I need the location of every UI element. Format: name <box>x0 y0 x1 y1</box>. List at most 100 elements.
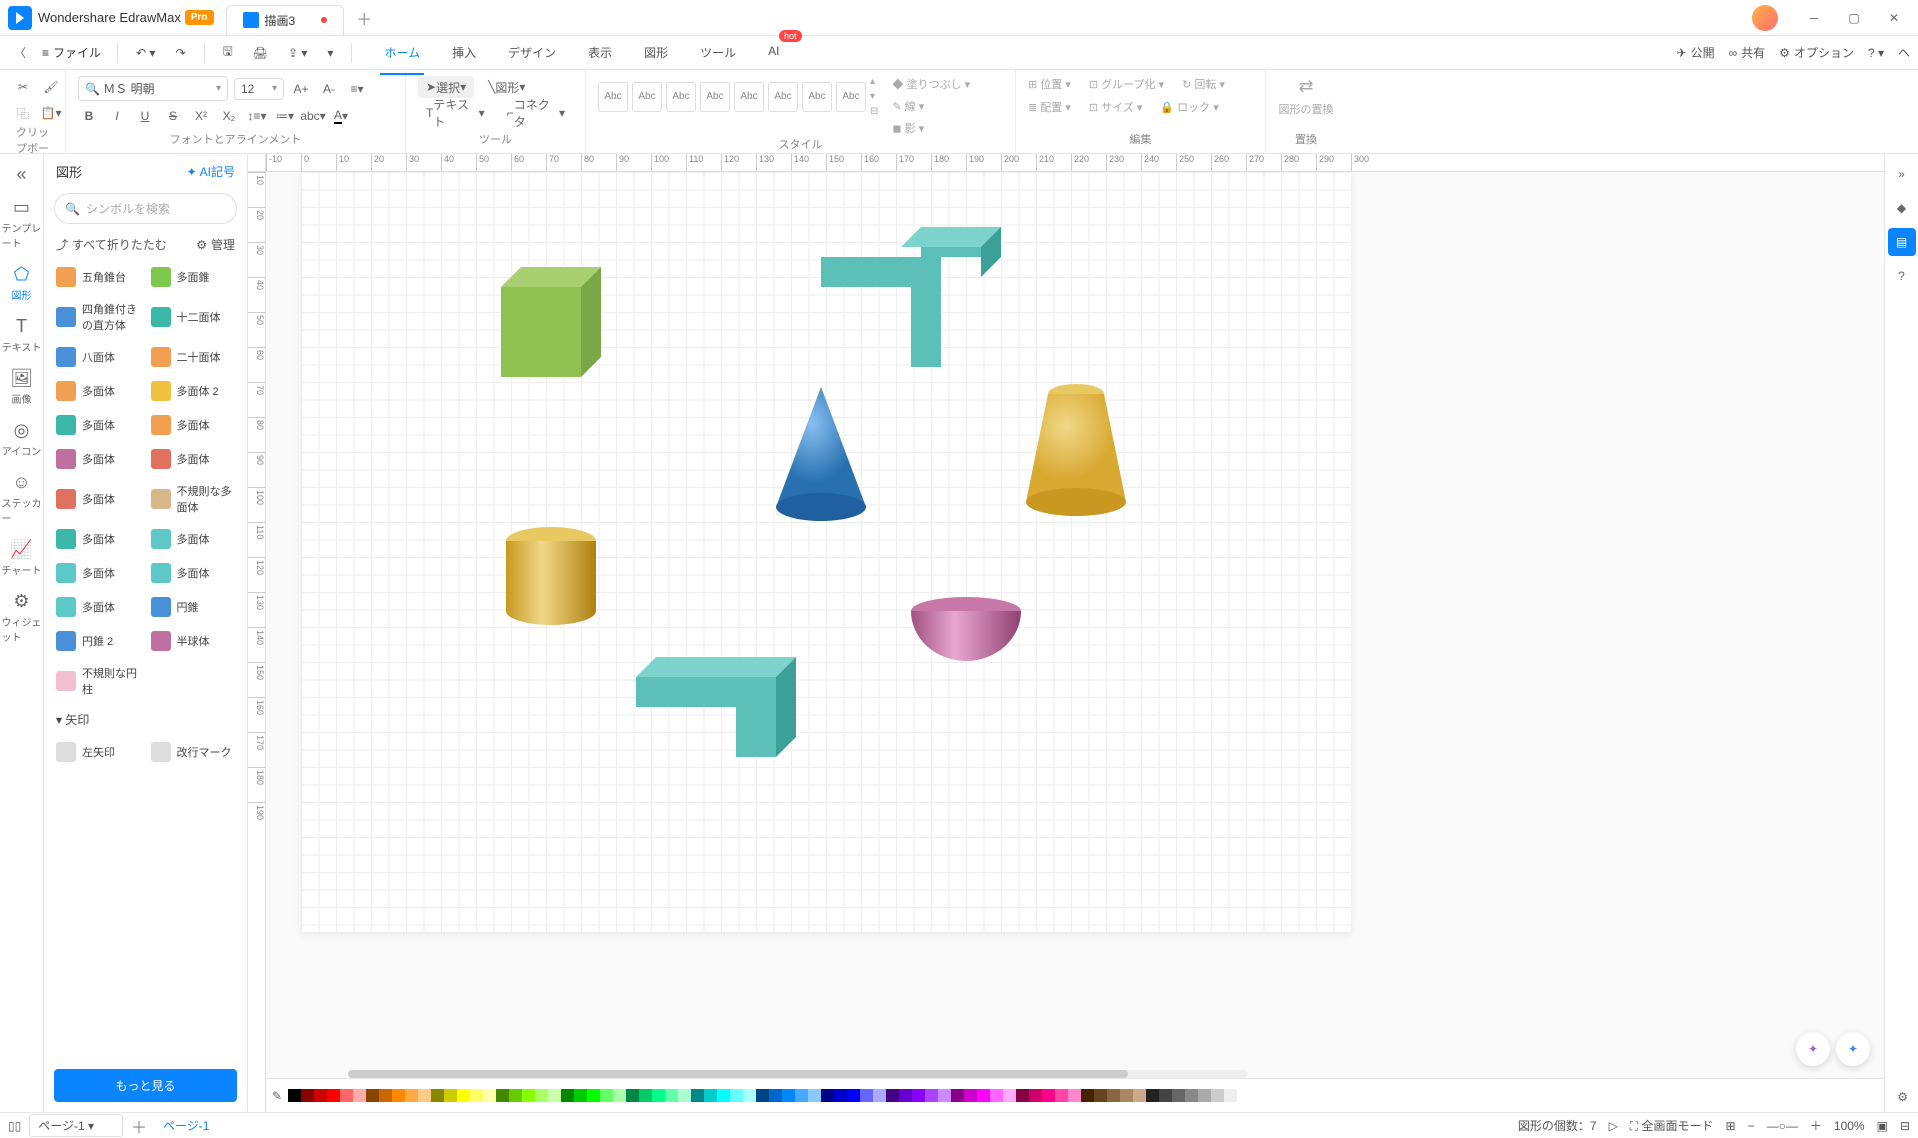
position-button[interactable]: ⊞ 位置 ▾ <box>1028 76 1071 92</box>
color-swatch[interactable] <box>626 1089 639 1102</box>
italic-button[interactable]: I <box>106 105 128 127</box>
color-swatch[interactable] <box>912 1089 925 1102</box>
play-button[interactable]: ▷ <box>1609 1119 1618 1133</box>
paste-button[interactable]: 📋▾ <box>40 102 62 124</box>
help-button[interactable]: ? <box>1888 262 1916 290</box>
color-swatch[interactable] <box>964 1089 977 1102</box>
bold-button[interactable]: B <box>78 105 100 127</box>
shape-item[interactable]: 十二面体 <box>147 295 240 339</box>
align-button[interactable]: ≡▾ <box>346 78 368 100</box>
zoom-in-button[interactable]: ＋ <box>1810 1117 1822 1134</box>
color-swatch[interactable] <box>1042 1089 1055 1102</box>
color-swatch[interactable] <box>652 1089 665 1102</box>
color-swatch[interactable] <box>431 1089 444 1102</box>
shape-item[interactable]: 五角錐台 <box>52 261 145 293</box>
color-swatch[interactable] <box>886 1089 899 1102</box>
shape-item[interactable]: 八面体 <box>52 341 145 373</box>
shape-item[interactable]: 不規則な円柱 <box>52 659 145 703</box>
color-swatch[interactable] <box>899 1089 912 1102</box>
line-button[interactable]: ✎ 線 ▾ <box>892 98 970 114</box>
save-button[interactable]: 🖫 <box>215 38 241 67</box>
shape-item[interactable]: 多面体 <box>147 409 240 441</box>
expand-right-panel-button[interactable]: » <box>1888 160 1916 188</box>
shape-item[interactable]: 多面体 <box>52 523 145 555</box>
shape-item[interactable]: 多面体 <box>52 477 145 521</box>
color-swatch[interactable] <box>600 1089 613 1102</box>
strikethrough-button[interactable]: S <box>162 105 184 127</box>
color-swatch[interactable] <box>1003 1089 1016 1102</box>
fill-button[interactable]: ◆ 塗りつぶし ▾ <box>892 76 970 92</box>
lock-button[interactable]: 🔒 ロック ▾ <box>1160 99 1218 115</box>
page[interactable] <box>301 172 1351 932</box>
shape-hemisphere[interactable] <box>906 597 1026 667</box>
shape-truncated-cone[interactable] <box>1021 382 1131 522</box>
color-swatch[interactable] <box>769 1089 782 1102</box>
color-swatch[interactable] <box>522 1089 535 1102</box>
minimize-button[interactable]: ─ <box>1798 4 1830 32</box>
font-select[interactable]: 🔍 ＭＳ 明朝▾ <box>78 76 228 101</box>
color-swatch[interactable] <box>1107 1089 1120 1102</box>
color-swatch[interactable] <box>808 1089 821 1102</box>
style-preset-5[interactable]: Abc <box>734 82 764 112</box>
color-swatch[interactable] <box>353 1089 366 1102</box>
close-button[interactable]: ✕ <box>1878 4 1910 32</box>
rail-text[interactable]: Tテキスト <box>2 310 42 360</box>
color-swatch[interactable] <box>1146 1089 1159 1102</box>
page-tab[interactable]: ページ-1 <box>155 1117 217 1134</box>
style-expand[interactable]: ⊟ <box>870 106 878 117</box>
group-button[interactable]: ⊡ グループ化 ▾ <box>1089 76 1164 92</box>
color-swatch[interactable] <box>1211 1089 1224 1102</box>
rail-shapes[interactable]: ⬠図形 <box>2 258 42 308</box>
color-swatch[interactable] <box>340 1089 353 1102</box>
rail-icons[interactable]: ◎アイコン <box>2 414 42 464</box>
shadow-button[interactable]: ◼ 影 ▾ <box>892 120 970 136</box>
color-swatch[interactable] <box>795 1089 808 1102</box>
color-swatch[interactable] <box>483 1089 496 1102</box>
color-swatch[interactable] <box>535 1089 548 1102</box>
page-select[interactable]: ページ-1 ▾ <box>29 1114 123 1137</box>
color-swatch[interactable] <box>1224 1089 1237 1102</box>
arrange-button[interactable]: ≣ 配置 ▾ <box>1028 99 1071 115</box>
font-decrease-button[interactable]: A- <box>318 78 340 100</box>
help-button[interactable]: ? ▾ <box>1868 46 1884 60</box>
more-button[interactable]: もっと見る <box>54 1069 237 1102</box>
color-swatch[interactable] <box>418 1089 431 1102</box>
color-swatch[interactable] <box>288 1089 301 1102</box>
horizontal-scrollbar[interactable] <box>348 1070 1248 1078</box>
manage-button[interactable]: ⚙管理 <box>196 236 235 253</box>
style-preset-2[interactable]: Abc <box>632 82 662 112</box>
shape-item[interactable]: 多面体 <box>147 557 240 589</box>
color-swatch[interactable] <box>834 1089 847 1102</box>
style-preset-7[interactable]: Abc <box>802 82 832 112</box>
shape-item[interactable]: 多面体 <box>52 591 145 623</box>
tab-insert[interactable]: 挿入 <box>448 38 480 67</box>
text-tool-button[interactable]: T テキスト ▾ <box>418 102 493 124</box>
color-swatch[interactable] <box>574 1089 587 1102</box>
color-swatch[interactable] <box>314 1089 327 1102</box>
shape-item[interactable]: 多面錐 <box>147 261 240 293</box>
collapse-ribbon-button[interactable]: ヘ <box>1898 44 1910 61</box>
maximize-button[interactable]: ▢ <box>1838 4 1870 32</box>
shape-item[interactable]: 半球体 <box>147 625 240 657</box>
style-preset-8[interactable]: Abc <box>836 82 866 112</box>
color-swatch[interactable] <box>639 1089 652 1102</box>
rail-image[interactable]: 🖼画像 <box>2 362 42 412</box>
color-swatch[interactable] <box>1172 1089 1185 1102</box>
publish-button[interactable]: ✈公開 <box>1677 44 1715 61</box>
color-swatch[interactable] <box>938 1089 951 1102</box>
rail-chart[interactable]: 📈チャート <box>2 533 42 583</box>
color-swatch[interactable] <box>613 1089 626 1102</box>
color-swatch[interactable] <box>548 1089 561 1102</box>
file-menu[interactable]: ≡ ファイル <box>36 40 107 65</box>
color-swatch[interactable] <box>951 1089 964 1102</box>
color-swatch[interactable] <box>457 1089 470 1102</box>
canvas[interactable] <box>266 172 1884 1078</box>
color-swatch[interactable] <box>860 1089 873 1102</box>
color-swatch[interactable] <box>379 1089 392 1102</box>
rail-template[interactable]: ▭テンプレート <box>2 191 42 256</box>
color-swatch[interactable] <box>1068 1089 1081 1102</box>
zoom-out-button[interactable]: − <box>1748 1119 1755 1133</box>
color-swatch[interactable] <box>925 1089 938 1102</box>
shape-item[interactable]: 多面体 2 <box>147 375 240 407</box>
collapse-rail-button[interactable]: « <box>2 160 42 189</box>
